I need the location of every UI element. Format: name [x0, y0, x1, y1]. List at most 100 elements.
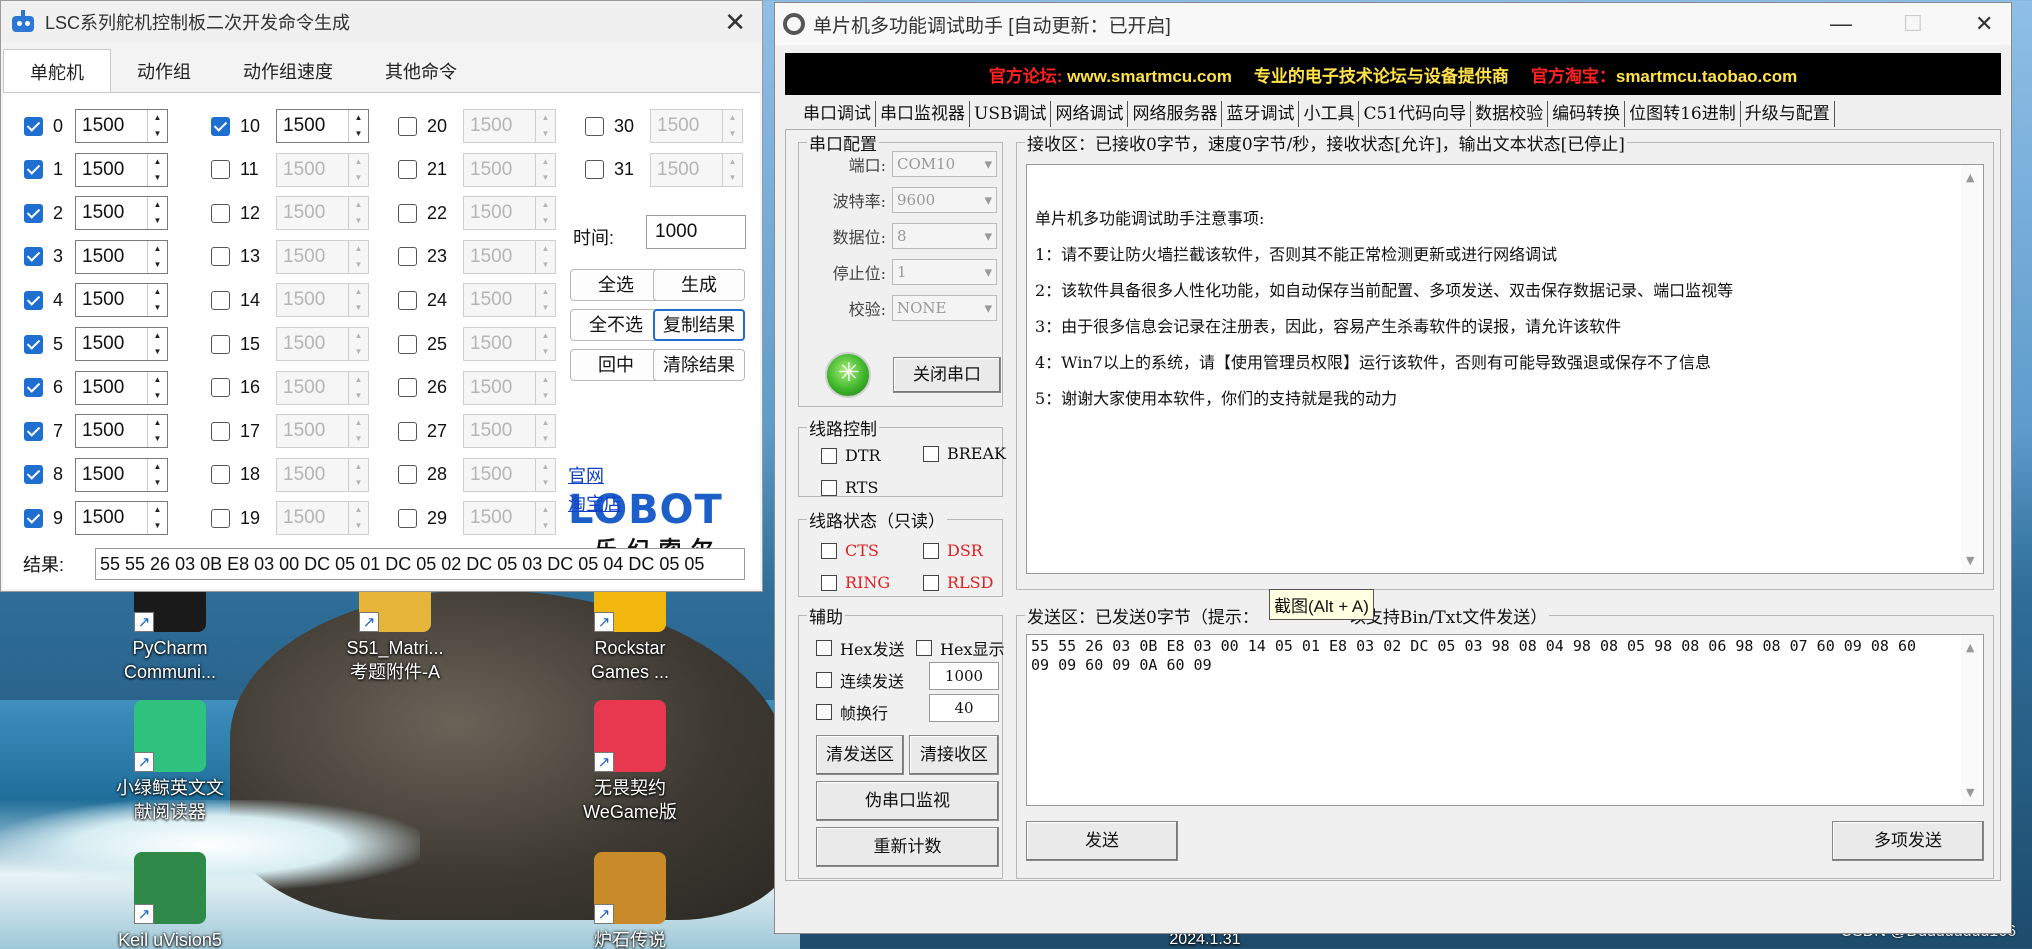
- frame-newline-checkbox[interactable]: 帧换行: [816, 700, 888, 724]
- servo-20-checkbox[interactable]: [398, 116, 417, 136]
- desktop-icon-4[interactable]: ↗ 无畏契约 WeGame版: [555, 700, 705, 824]
- servo-4-checkbox[interactable]: [24, 290, 43, 310]
- spin-down-icon[interactable]: ▼: [536, 257, 555, 273]
- menu-tab-10[interactable]: 位图转16进制: [1625, 101, 1741, 127]
- spin-up-icon[interactable]: ▲: [148, 328, 167, 344]
- spin-down-icon[interactable]: ▼: [148, 300, 167, 316]
- fake-monitor-button[interactable]: 伪串口监视: [816, 781, 999, 821]
- spin-up-icon[interactable]: ▲: [536, 197, 555, 213]
- tab-2[interactable]: 动作组速度: [217, 49, 359, 93]
- spin-up-icon[interactable]: ▲: [148, 241, 167, 257]
- menu-tab-6[interactable]: 小工具: [1299, 101, 1360, 127]
- hex-show-checkbox[interactable]: Hex显示: [916, 636, 1004, 660]
- spin-up-icon[interactable]: ▲: [536, 110, 555, 126]
- generate-button[interactable]: 生成: [653, 269, 745, 301]
- hex-send-box[interactable]: [816, 640, 832, 656]
- result-field[interactable]: 55 55 26 03 0B E8 03 00 DC 05 01 DC 05 0…: [95, 548, 745, 580]
- servo-26-checkbox[interactable]: [398, 378, 417, 398]
- spin-down-icon[interactable]: ▼: [148, 431, 167, 447]
- servo-19-checkbox[interactable]: [211, 508, 230, 528]
- servo-12-checkbox[interactable]: [211, 203, 230, 223]
- clear-recv-button[interactable]: 清接收区: [909, 735, 999, 775]
- servo-14-position-spinner[interactable]: 1500 ▲ ▼: [276, 283, 369, 318]
- menu-tab-5[interactable]: 蓝牙调试: [1222, 101, 1300, 127]
- servo-17-checkbox[interactable]: [211, 421, 230, 441]
- break-checkbox[interactable]: BREAK: [923, 444, 1006, 463]
- servo-1-checkbox[interactable]: [24, 160, 43, 180]
- minimize-icon[interactable]: —: [1830, 11, 1852, 37]
- spin-up-icon[interactable]: ▲: [536, 328, 555, 344]
- spin-up-icon[interactable]: ▲: [536, 284, 555, 300]
- spin-down-icon[interactable]: ▼: [148, 475, 167, 491]
- rts-box[interactable]: [821, 479, 837, 496]
- servo-10-checkbox[interactable]: [211, 116, 230, 136]
- servo-19-position-spinner[interactable]: 1500 ▲ ▼: [276, 501, 369, 536]
- servo-8-position-spinner[interactable]: 1500 ▲ ▼: [75, 457, 168, 492]
- spin-down-icon[interactable]: ▼: [148, 213, 167, 229]
- servo-0-position-spinner[interactable]: 1500 ▲ ▼: [75, 109, 168, 143]
- servo-28-checkbox[interactable]: [398, 465, 417, 485]
- copy-result-button[interactable]: 复制结果: [653, 309, 745, 341]
- taobao-shop-link[interactable]: 淘宝店: [568, 490, 622, 516]
- servo-26-position-spinner[interactable]: 1500 ▲ ▼: [463, 370, 556, 405]
- spin-down-icon[interactable]: ▼: [536, 475, 555, 491]
- spin-up-icon[interactable]: ▲: [536, 502, 555, 518]
- menu-tab-0[interactable]: 串口调试: [799, 101, 876, 127]
- select-all-button[interactable]: 全选: [570, 269, 662, 301]
- servo-22-position-spinner[interactable]: 1500 ▲ ▼: [463, 196, 556, 231]
- desktop-icon-5[interactable]: ↗ Keil uVision5: [95, 852, 245, 949]
- spin-down-icon[interactable]: ▼: [148, 518, 167, 534]
- spin-up-icon[interactable]: ▲: [349, 328, 368, 344]
- servo-18-checkbox[interactable]: [211, 465, 230, 485]
- spin-up-icon[interactable]: ▲: [349, 459, 368, 475]
- ad-banner[interactable]: 官方论坛: www.smartmcu.com 专业的电子技术论坛与设备提供商 官…: [785, 53, 2001, 95]
- servo-13-checkbox[interactable]: [211, 247, 230, 267]
- spin-down-icon[interactable]: ▼: [349, 431, 368, 447]
- spin-up-icon[interactable]: ▲: [349, 372, 368, 388]
- spin-up-icon[interactable]: ▲: [148, 459, 167, 475]
- spin-up-icon[interactable]: ▲: [148, 502, 167, 518]
- spin-down-icon[interactable]: ▼: [349, 170, 368, 186]
- servo-2-position-spinner[interactable]: 1500 ▲ ▼: [75, 196, 168, 231]
- spin-down-icon[interactable]: ▼: [536, 388, 555, 404]
- spin-down-icon[interactable]: ▼: [536, 431, 555, 447]
- recount-button[interactable]: 重新计数: [816, 827, 999, 867]
- servo-5-position-spinner[interactable]: 1500 ▲ ▼: [75, 327, 168, 361]
- servo-8-checkbox[interactable]: [24, 465, 43, 485]
- menu-tab-11[interactable]: 升级与配置: [1741, 101, 1835, 127]
- continuous-send-checkbox[interactable]: 连续发送: [816, 668, 904, 692]
- spin-up-icon[interactable]: ▲: [536, 241, 555, 257]
- spin-up-icon[interactable]: ▲: [148, 415, 167, 431]
- close-icon[interactable]: ✕: [1975, 11, 1993, 37]
- center-button[interactable]: 回中: [570, 349, 662, 381]
- servo-18-position-spinner[interactable]: 1500 ▲ ▼: [276, 457, 369, 492]
- spin-up-icon[interactable]: ▲: [349, 502, 368, 518]
- spin-down-icon[interactable]: ▼: [148, 388, 167, 404]
- spin-up-icon[interactable]: ▲: [148, 197, 167, 213]
- serial-field-select[interactable]: COM10: [892, 151, 997, 177]
- servo-30-checkbox[interactable]: [585, 116, 604, 136]
- servo-31-checkbox[interactable]: [585, 160, 604, 180]
- servo-15-position-spinner[interactable]: 1500 ▲ ▼: [276, 327, 369, 361]
- spin-up-icon[interactable]: ▲: [536, 154, 555, 170]
- spin-down-icon[interactable]: ▼: [349, 388, 368, 404]
- spin-up-icon[interactable]: ▲: [536, 415, 555, 431]
- frame-timeout-input[interactable]: 40: [929, 694, 999, 722]
- frame-newline-box[interactable]: [816, 704, 832, 720]
- servo-29-checkbox[interactable]: [398, 508, 417, 528]
- servo-12-position-spinner[interactable]: 1500 ▲ ▼: [276, 196, 369, 231]
- spin-down-icon[interactable]: ▼: [536, 300, 555, 316]
- spin-down-icon[interactable]: ▼: [349, 518, 368, 534]
- menu-tab-3[interactable]: 网络调试: [1051, 101, 1129, 127]
- send-button[interactable]: 发送: [1026, 821, 1178, 861]
- spin-down-icon[interactable]: ▼: [723, 170, 742, 186]
- clear-send-button[interactable]: 清发送区: [816, 735, 904, 775]
- spin-down-icon[interactable]: ▼: [148, 170, 167, 186]
- continuous-interval-input[interactable]: 1000: [929, 662, 999, 690]
- spin-down-icon[interactable]: ▼: [349, 257, 368, 273]
- serial-field-select[interactable]: NONE: [892, 295, 997, 321]
- servo-13-position-spinner[interactable]: 1500 ▲ ▼: [276, 239, 369, 274]
- spin-up-icon[interactable]: ▲: [148, 284, 167, 300]
- time-input[interactable]: 1000: [646, 215, 746, 249]
- servo-27-checkbox[interactable]: [398, 421, 417, 441]
